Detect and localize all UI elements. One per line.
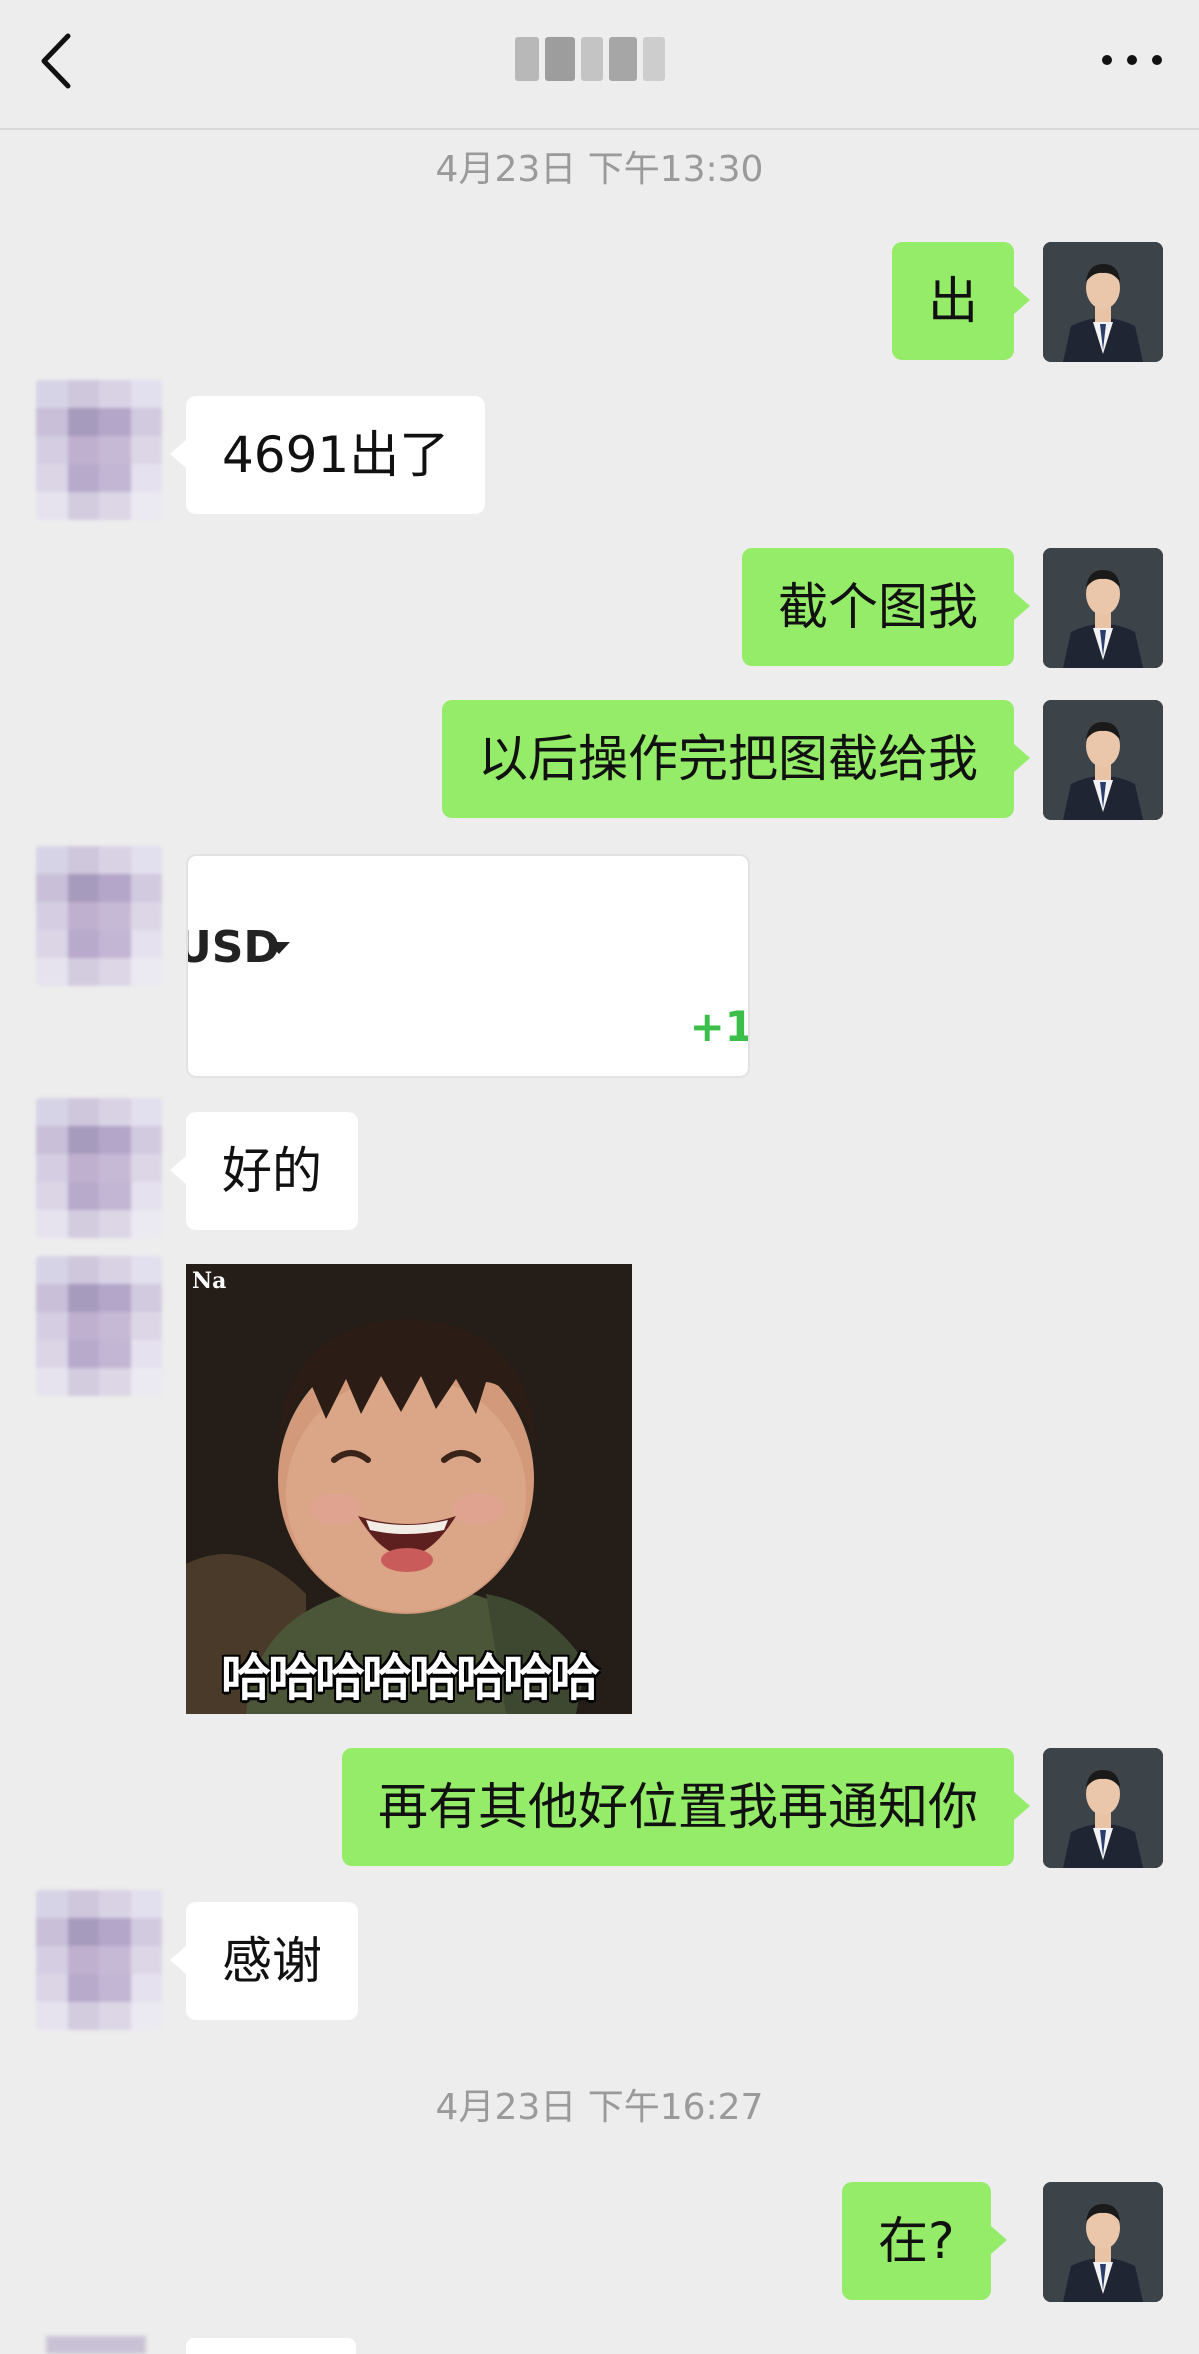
message-bubble-mine[interactable]: 再有其他好位置我再通知你 — [342, 1748, 1030, 1866]
sticker-message[interactable]: Na 哈哈哈哈哈哈哈哈 — [186, 1264, 632, 1714]
person-avatar-icon — [1043, 2182, 1163, 2302]
person-avatar-icon — [1043, 700, 1163, 820]
my-avatar[interactable] — [1043, 1748, 1163, 1868]
back-button[interactable] — [32, 26, 82, 96]
bottom-edge — [0, 2336, 1199, 2354]
message-bubble-contact[interactable]: 好的 — [170, 1112, 358, 1230]
caret-down-icon — [268, 942, 290, 954]
chat-title-blurred — [515, 28, 665, 90]
message-bubble-mine[interactable]: 截个图我 — [742, 548, 1030, 666]
timestamp: 4月23日 下午16:27 — [435, 2087, 764, 2128]
card-currency: USD — [186, 922, 280, 973]
my-avatar[interactable] — [1043, 700, 1163, 820]
message-bubble-contact-partial[interactable] — [186, 2338, 356, 2354]
timestamp: 4月23日 下午13:30 — [435, 149, 764, 190]
person-avatar-icon — [1043, 242, 1163, 362]
my-avatar[interactable] — [1043, 242, 1163, 362]
contact-avatar[interactable] — [36, 846, 162, 986]
person-avatar-icon — [1043, 548, 1163, 668]
shared-card-message[interactable]: USD +1 — [186, 854, 750, 1078]
contact-avatar[interactable] — [36, 1890, 162, 2030]
sticker-caption: 哈哈哈哈哈哈哈哈 — [221, 1649, 600, 1707]
my-avatar[interactable] — [1043, 2182, 1163, 2302]
more-button[interactable] — [1097, 40, 1167, 80]
message-bubble-mine[interactable]: 出 — [892, 242, 1030, 360]
more-horizontal-icon — [1102, 55, 1162, 65]
message-bubble-contact[interactable]: 感谢 — [170, 1902, 358, 2020]
message-bubble-contact[interactable]: 4691出了 — [169, 396, 486, 514]
contact-avatar[interactable] — [36, 1256, 162, 1396]
contact-avatar[interactable] — [36, 380, 162, 520]
chat-header — [0, 0, 1199, 130]
card-delta: +1 — [689, 1002, 750, 1051]
sticker-tag: Na — [192, 1268, 227, 1294]
message-bubble-mine[interactable]: 以后操作完把图截给我 — [442, 700, 1030, 818]
my-avatar[interactable] — [1043, 548, 1163, 668]
contact-avatar-partial[interactable] — [46, 2336, 146, 2354]
chevron-left-icon — [41, 33, 71, 89]
contact-avatar[interactable] — [36, 1098, 162, 1238]
person-avatar-icon — [1043, 1748, 1163, 1868]
message-bubble-mine[interactable]: 在? — [842, 2182, 1007, 2300]
